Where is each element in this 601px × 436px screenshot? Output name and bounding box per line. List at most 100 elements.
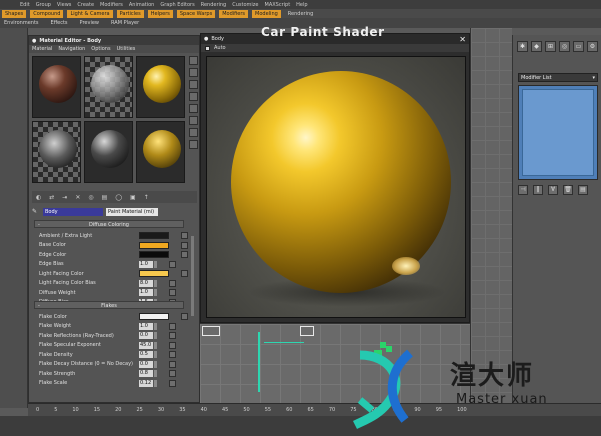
modify-tab-icon[interactable]: ◆ bbox=[531, 41, 542, 52]
map-button[interactable] bbox=[169, 289, 176, 296]
select-by-material-button[interactable] bbox=[189, 140, 198, 149]
modifier-list-dropdown[interactable]: Modifier List ▾ bbox=[518, 73, 598, 82]
spinner-arrows[interactable] bbox=[154, 360, 157, 368]
secondary-item[interactable]: Preview bbox=[80, 20, 99, 26]
map-button[interactable] bbox=[169, 260, 176, 268]
spinner-arrows[interactable] bbox=[154, 332, 157, 339]
close-icon[interactable]: ✕ bbox=[459, 35, 466, 44]
param-spinner-field[interactable]: 0.12 bbox=[139, 379, 153, 387]
param-spinner-field[interactable]: 8.0 bbox=[139, 279, 153, 287]
create-tab-icon[interactable]: ✱ bbox=[517, 41, 528, 52]
pin-stack-icon[interactable]: ⊣ bbox=[518, 185, 528, 195]
material-type-button[interactable]: Paint Material (mi) bbox=[106, 207, 158, 216]
spinner-arrows[interactable] bbox=[154, 322, 157, 330]
menu-item[interactable]: Customize bbox=[232, 2, 258, 8]
show-map-icon[interactable]: ▣ bbox=[130, 194, 136, 201]
spinner-arrows[interactable] bbox=[154, 279, 157, 287]
show-end-result-icon[interactable]: ‖ bbox=[533, 185, 543, 195]
put-to-library-icon[interactable]: ▤ bbox=[102, 194, 108, 201]
hierarchy-tab-icon[interactable]: ⊞ bbox=[545, 41, 556, 52]
spinner-arrows[interactable] bbox=[154, 351, 157, 358]
material-menu-item[interactable]: Utilities bbox=[117, 46, 136, 52]
map-button[interactable] bbox=[169, 360, 176, 368]
diffuse-rollout-header[interactable]: - Diffuse Coloring bbox=[34, 220, 184, 228]
ribbon-tab[interactable]: Particles bbox=[116, 9, 144, 18]
sample-slot-4[interactable] bbox=[32, 121, 81, 183]
material-menu-item[interactable]: Navigation bbox=[58, 46, 85, 52]
material-scrollbar[interactable] bbox=[191, 236, 194, 316]
ribbon-tab[interactable]: Rendering bbox=[285, 10, 317, 18]
assign-material-icon[interactable]: ⇥ bbox=[62, 194, 67, 201]
color-swatch[interactable] bbox=[139, 241, 169, 249]
ribbon-tab[interactable]: Space Warps bbox=[176, 9, 216, 18]
map-button[interactable] bbox=[169, 341, 176, 349]
utilities-tab-icon[interactable]: ⚙ bbox=[587, 41, 598, 52]
spinner-arrows[interactable] bbox=[154, 379, 157, 387]
background-button[interactable] bbox=[189, 80, 198, 89]
color-swatch[interactable] bbox=[139, 251, 169, 258]
backlight-button[interactable] bbox=[189, 68, 198, 77]
menu-item[interactable]: Graph Editors bbox=[160, 2, 194, 8]
sample-type-button[interactable] bbox=[189, 56, 198, 65]
remove-modifier-icon[interactable]: 🗑 bbox=[563, 185, 573, 195]
spinner-arrows[interactable] bbox=[154, 370, 157, 377]
material-menu-item[interactable]: Material bbox=[32, 46, 52, 52]
param-spinner-field[interactable]: 0.0 bbox=[139, 360, 153, 368]
material-name-field[interactable]: Body bbox=[43, 207, 103, 216]
auto-checkbox[interactable] bbox=[205, 45, 210, 51]
make-preview-button[interactable] bbox=[189, 116, 198, 125]
map-button[interactable] bbox=[169, 279, 176, 287]
map-button[interactable] bbox=[181, 251, 188, 258]
modifier-stack[interactable] bbox=[518, 85, 598, 180]
menu-item[interactable]: Rendering bbox=[201, 2, 227, 8]
ribbon-tab[interactable]: Helpers bbox=[147, 9, 173, 18]
color-swatch[interactable] bbox=[139, 313, 169, 320]
secondary-item[interactable]: Effects bbox=[51, 20, 68, 26]
motion-tab-icon[interactable]: ◎ bbox=[559, 41, 570, 52]
param-spinner-field[interactable]: 1.0 bbox=[139, 322, 153, 330]
make-unique-icon[interactable]: ∀ bbox=[548, 185, 558, 195]
uv-tiling-button[interactable] bbox=[189, 92, 198, 101]
param-spinner-field[interactable]: 1.0 bbox=[139, 260, 153, 268]
reset-map-icon[interactable]: ✕ bbox=[75, 194, 80, 201]
sample-slot-1[interactable] bbox=[32, 56, 81, 118]
map-button[interactable] bbox=[181, 241, 188, 249]
map-button[interactable] bbox=[169, 332, 176, 339]
sample-slot-5[interactable] bbox=[84, 121, 133, 183]
secondary-item[interactable]: RAM Player bbox=[111, 20, 139, 26]
spinner-arrows[interactable] bbox=[154, 260, 157, 268]
display-tab-icon[interactable]: ▭ bbox=[573, 41, 584, 52]
ribbon-tab[interactable]: Compound bbox=[30, 9, 64, 18]
map-button[interactable] bbox=[169, 379, 176, 387]
ribbon-tab[interactable]: Modifiers bbox=[219, 9, 249, 18]
configure-sets-icon[interactable]: ▤ bbox=[578, 185, 588, 195]
param-spinner-field[interactable]: 0.5 bbox=[139, 351, 153, 358]
spinner-arrows[interactable] bbox=[154, 341, 157, 349]
map-button[interactable] bbox=[169, 351, 176, 358]
menu-item[interactable]: Modifiers bbox=[100, 2, 123, 8]
color-swatch[interactable] bbox=[139, 232, 169, 239]
menu-item[interactable]: Create bbox=[77, 2, 94, 8]
spinner-arrows[interactable] bbox=[154, 289, 157, 296]
ribbon-tab[interactable]: Shapes bbox=[2, 9, 27, 18]
sample-slot-2[interactable] bbox=[84, 56, 133, 118]
flakes-rollout-header[interactable]: - Flakes bbox=[34, 301, 184, 309]
secondary-item[interactable]: Environments bbox=[4, 20, 39, 26]
material-editor-titlebar[interactable]: ● Material Editor - Body bbox=[29, 36, 199, 45]
video-check-button[interactable] bbox=[189, 104, 198, 113]
menu-item[interactable]: Views bbox=[57, 2, 71, 8]
get-material-icon[interactable]: ◐ bbox=[36, 194, 41, 201]
options-button[interactable] bbox=[189, 128, 198, 137]
go-parent-icon[interactable]: ↑ bbox=[144, 194, 149, 201]
param-spinner-field[interactable]: 45.0 bbox=[139, 341, 153, 349]
put-to-scene-icon[interactable]: ⇄ bbox=[49, 194, 54, 201]
param-spinner-field[interactable]: 0.0 bbox=[139, 332, 153, 339]
menu-item[interactable]: Help bbox=[296, 2, 307, 8]
menu-item[interactable]: Edit bbox=[20, 2, 30, 8]
menu-item[interactable]: Group bbox=[36, 2, 51, 8]
map-button[interactable] bbox=[169, 370, 176, 377]
ribbon-tab[interactable]: Modeling bbox=[252, 9, 281, 18]
menu-item[interactable]: Animation bbox=[129, 2, 155, 8]
param-spinner-field[interactable]: 1.0 bbox=[139, 289, 153, 296]
param-spinner-field[interactable]: 0.8 bbox=[139, 370, 153, 377]
